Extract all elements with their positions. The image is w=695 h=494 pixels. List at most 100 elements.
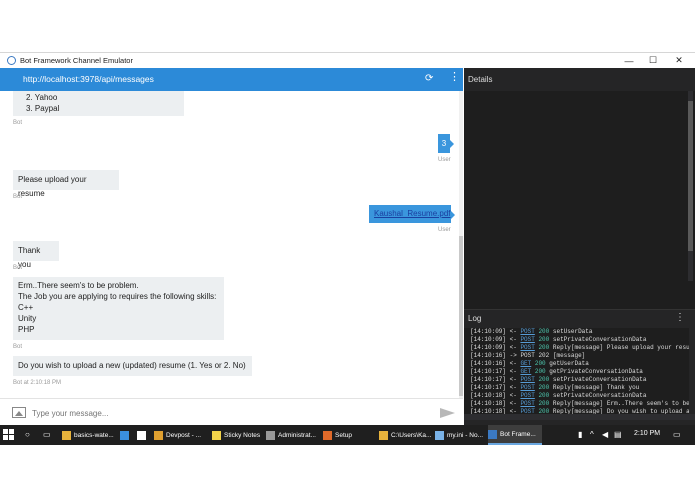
log-direction: <- bbox=[509, 336, 517, 343]
bot-emulator-icon bbox=[488, 429, 497, 439]
refresh-icon[interactable]: ⟳ bbox=[425, 73, 433, 84]
bot-message: 2. Yahoo 3. Paypal bbox=[13, 91, 184, 116]
log-status: 202 bbox=[538, 352, 550, 359]
log-method[interactable]: GET bbox=[520, 360, 531, 367]
log-time: [14:10:17] bbox=[470, 368, 507, 375]
log-line: [14:10:17] <- POST 200 setPrivateConvers… bbox=[464, 376, 689, 384]
log-line: [14:10:17] <- GET 200 getPrivateConversa… bbox=[464, 368, 689, 376]
image-upload-icon[interactable] bbox=[12, 407, 26, 418]
log-status: 200 bbox=[534, 368, 546, 375]
message-line: 2. Yahoo bbox=[26, 93, 58, 102]
message-line: PHP bbox=[18, 325, 35, 334]
taskbar-item[interactable]: Devpost - ... bbox=[154, 425, 210, 445]
log-panel: Log ⋮ [14:10:09] <- POST 200 setUserData… bbox=[464, 309, 695, 427]
log-method[interactable]: POST bbox=[520, 344, 534, 351]
chevron-up-icon[interactable]: ^ bbox=[590, 430, 594, 439]
log-horizontal-scrollbar[interactable] bbox=[464, 414, 695, 420]
message-line: The Job you are applying to requires the… bbox=[18, 292, 217, 301]
log-text: setPrivateConversationData bbox=[552, 392, 647, 399]
details-scrollbar[interactable] bbox=[688, 91, 693, 281]
details-content bbox=[464, 91, 695, 318]
log-line: [14:10:16] -> POST 202 [message] bbox=[464, 352, 689, 360]
attachment-link[interactable]: Kaushal_Resume.pdf bbox=[374, 209, 451, 218]
message-meta: User bbox=[438, 157, 451, 163]
search-icon[interactable]: ○ bbox=[25, 430, 30, 439]
store-icon bbox=[137, 430, 146, 440]
message-line: Thank you bbox=[18, 246, 41, 269]
log-status: 200 bbox=[538, 344, 550, 351]
log-method[interactable]: POST bbox=[520, 376, 534, 383]
taskbar-item[interactable]: basics-wate... bbox=[62, 425, 120, 445]
message-line: Please upload your resume bbox=[18, 175, 87, 198]
log-line: [14:10:18] <- POST 200 Reply[message] Er… bbox=[464, 400, 689, 408]
chrome-icon bbox=[154, 430, 163, 440]
taskbar-item-label: Setup bbox=[335, 431, 352, 439]
chat-panel: http://localhost:3978/api/messages ⟳ ⋮ 2… bbox=[0, 68, 463, 427]
taskbar-item[interactable]: C:\Users\Ka... bbox=[379, 425, 433, 445]
log-text: getPrivateConversationData bbox=[549, 368, 643, 375]
scroll-thumb[interactable] bbox=[688, 101, 693, 251]
task-view-icon[interactable]: ▭ bbox=[43, 430, 51, 439]
taskbar-item-label: C:\Users\Ka... bbox=[391, 431, 432, 439]
maximize-button[interactable]: ☐ bbox=[641, 53, 665, 68]
folder-icon bbox=[379, 430, 388, 440]
log-time: [14:10:18] bbox=[470, 392, 507, 399]
log-method[interactable]: GET bbox=[520, 368, 531, 375]
log-time: [14:10:09] bbox=[470, 328, 507, 335]
log-method[interactable]: POST bbox=[520, 384, 534, 391]
log-text: getUserData bbox=[549, 360, 589, 367]
log-method[interactable]: POST bbox=[520, 328, 534, 335]
taskbar-item[interactable]: Setup bbox=[323, 425, 375, 445]
close-button[interactable]: ✕ bbox=[667, 53, 691, 68]
log-direction: <- bbox=[509, 328, 517, 335]
volume-icon[interactable]: ◀ bbox=[602, 430, 608, 439]
log-text: setPrivateConversationData bbox=[552, 376, 647, 383]
log-line: [14:10:09] <- POST 200 Reply[message] Pl… bbox=[464, 344, 689, 352]
title-bar: Bot Framework Channel Emulator bbox=[0, 53, 695, 68]
taskbar-item[interactable]: Bot Frame... bbox=[488, 425, 542, 445]
address-bar: http://localhost:3978/api/messages ⟳ ⋮ bbox=[0, 68, 463, 91]
message-meta: Bot bbox=[13, 265, 23, 271]
message-line: Unity bbox=[18, 314, 37, 323]
windows-start-icon[interactable] bbox=[3, 429, 14, 440]
log-status: 200 bbox=[538, 384, 550, 391]
message-meta: Bot bbox=[13, 344, 23, 350]
log-kebab-icon[interactable]: ⋮ bbox=[675, 312, 685, 323]
log-method[interactable]: POST bbox=[520, 392, 534, 399]
log-method[interactable]: POST bbox=[520, 400, 534, 407]
taskbar-item[interactable]: Administrat... bbox=[266, 425, 321, 445]
keyboard-icon[interactable]: ▤ bbox=[614, 430, 622, 439]
taskbar-item[interactable]: my.ini - No... bbox=[435, 425, 486, 445]
log-time: [14:10:16] bbox=[470, 360, 507, 367]
message-line: C++ bbox=[18, 303, 34, 312]
log-time: [14:10:18] bbox=[470, 400, 507, 407]
details-title: Details bbox=[468, 75, 493, 84]
network-icon[interactable]: ▮ bbox=[578, 430, 582, 439]
log-time: [14:10:17] bbox=[470, 384, 507, 391]
message-line: Do you wish to upload a new (updated) re… bbox=[18, 361, 246, 370]
kebab-menu-icon[interactable]: ⋮ bbox=[449, 72, 460, 83]
notepad-icon bbox=[435, 430, 444, 440]
message-meta: Bot bbox=[13, 194, 23, 200]
chat-scrollbar[interactable] bbox=[459, 91, 463, 398]
top-backdrop bbox=[0, 0, 695, 52]
message-meta: User bbox=[438, 227, 451, 233]
log-direction: <- bbox=[509, 392, 517, 399]
message-input[interactable] bbox=[32, 406, 412, 420]
taskbar-item-label: basics-wate... bbox=[74, 431, 114, 439]
log-text: Reply[message] Thank you bbox=[552, 384, 640, 391]
cmd-icon bbox=[266, 430, 275, 440]
taskbar-item[interactable] bbox=[137, 425, 151, 445]
minimize-button[interactable]: — bbox=[617, 53, 641, 68]
clock[interactable]: 2:10 PM bbox=[634, 430, 660, 437]
taskbar-item[interactable]: Sticky Notes bbox=[212, 425, 262, 445]
log-text: [message] bbox=[552, 352, 586, 359]
log-status: 200 bbox=[538, 400, 550, 407]
endpoint-url[interactable]: http://localhost:3978/api/messages bbox=[23, 74, 154, 84]
log-method[interactable]: POST bbox=[520, 336, 534, 343]
scroll-thumb[interactable] bbox=[459, 236, 463, 396]
sticky-notes-icon bbox=[212, 430, 221, 440]
notification-icon[interactable]: ▭ bbox=[673, 430, 681, 439]
send-icon[interactable] bbox=[440, 408, 455, 418]
taskbar-item[interactable] bbox=[120, 425, 134, 445]
